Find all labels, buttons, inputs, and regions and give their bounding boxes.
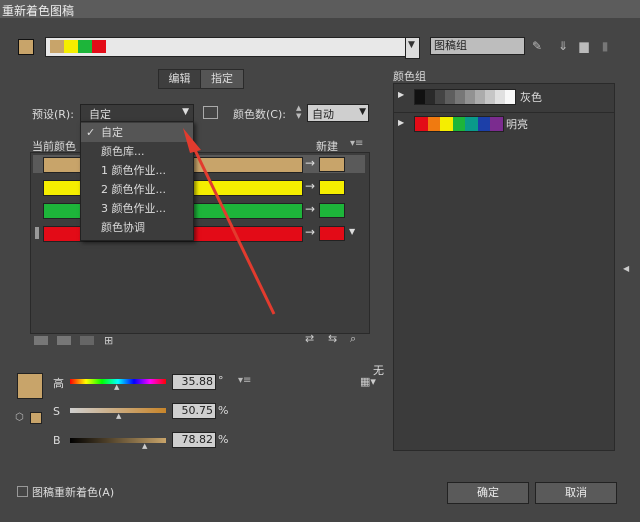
cancel-button[interactable]: 取消 (535, 482, 617, 504)
annotation-arrow (183, 128, 276, 315)
recolor-art-checkbox[interactable] (17, 486, 28, 497)
recolor-art-label: 图稿重新着色(A) (32, 486, 115, 499)
arrow-shaft (191, 145, 276, 315)
arrow-head (183, 128, 201, 153)
ok-button[interactable]: 确定 (447, 482, 529, 504)
